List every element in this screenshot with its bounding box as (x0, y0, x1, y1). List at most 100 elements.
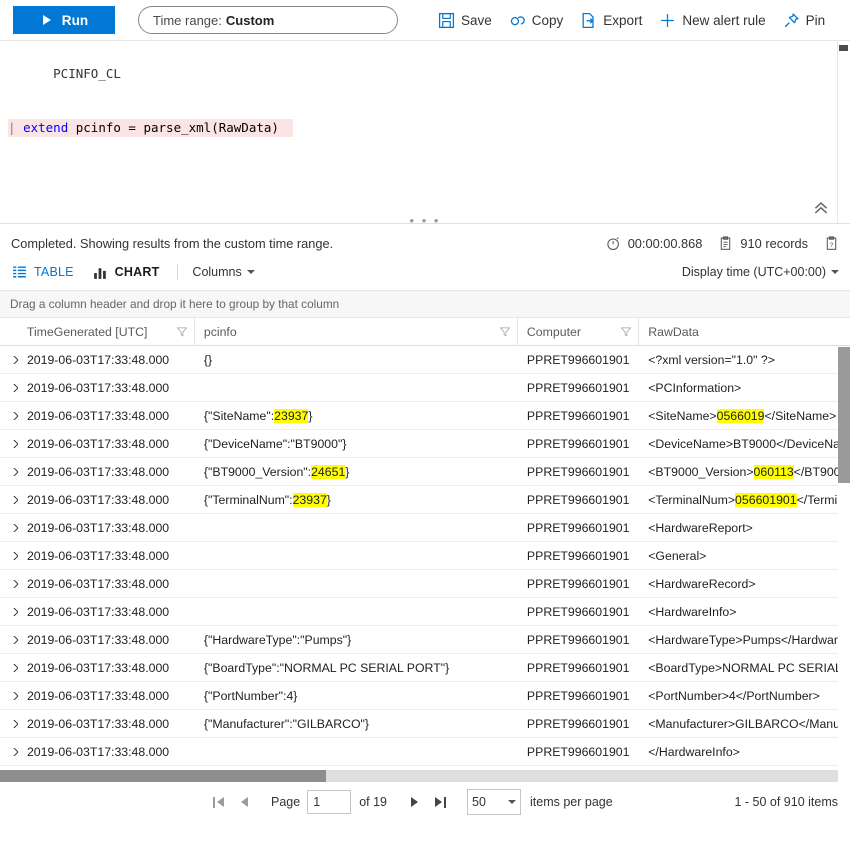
cell-timegenerated: 2019-06-03T17:33:48.000 (18, 493, 195, 507)
rawdata-highlight: 056601901 (735, 493, 797, 507)
next-page-button[interactable] (401, 789, 427, 815)
table-row[interactable]: 2019-06-03T17:33:48.000{"Manufacturer":"… (0, 710, 850, 738)
row-expander-button[interactable] (0, 384, 18, 392)
grid-header-row: TimeGenerated [UTC] pcinfo Computer RawD… (0, 318, 850, 346)
row-expander-button[interactable] (0, 692, 18, 700)
table-row[interactable]: 2019-06-03T17:33:48.000{"BT9000_Version"… (0, 458, 850, 486)
grid-vertical-scrollbar[interactable] (838, 347, 850, 770)
pin-button[interactable]: Pin (783, 12, 826, 29)
editor-resize-handle[interactable]: • • • (0, 218, 850, 224)
table-row[interactable]: 2019-06-03T17:33:48.000{"SiteName":23937… (0, 402, 850, 430)
chevron-right-icon (7, 664, 18, 672)
cell-rawdata: <PortNumber>4</PortNumber> (639, 689, 850, 703)
filter-funnel-icon[interactable] (620, 326, 632, 338)
row-expander-button[interactable] (0, 748, 18, 756)
rawdata-text: </SiteName> (764, 409, 836, 423)
pin-label: Pin (806, 13, 826, 28)
table-row[interactable]: 2019-06-03T17:33:48.000PPRET996601901<Ha… (0, 514, 850, 542)
table-row[interactable]: 2019-06-03T17:33:48.000PPRET996601901<PC… (0, 374, 850, 402)
row-expander-button[interactable] (0, 440, 18, 448)
next-page-icon (411, 797, 418, 807)
column-header-rawdata[interactable]: RawData (639, 318, 850, 345)
row-expander-button[interactable] (0, 412, 18, 420)
grid-horizontal-scrollbar[interactable] (0, 770, 838, 782)
cell-computer: PPRET996601901 (518, 437, 639, 451)
grid-horizontal-scroll-thumb[interactable] (0, 770, 326, 782)
rawdata-text: <HardwareRecord> (648, 577, 755, 591)
results-grid: Drag a column header and drop it here to… (0, 290, 850, 782)
rawdata-text: </Termin (797, 493, 845, 507)
table-row[interactable]: 2019-06-03T17:33:48.000{"BoardType":"NOR… (0, 654, 850, 682)
prev-page-icon (241, 797, 248, 807)
row-expander-button[interactable] (0, 580, 18, 588)
filter-funnel-icon[interactable] (176, 326, 188, 338)
tab-table[interactable]: TABLE (11, 264, 92, 281)
editor-vertical-scrollbar[interactable] (839, 43, 848, 219)
cell-timegenerated: 2019-06-03T17:33:48.000 (18, 465, 195, 479)
editor-scroll-thumb[interactable] (839, 45, 848, 51)
new-alert-rule-button[interactable]: New alert rule (659, 12, 765, 29)
cell-rawdata: <SiteName>0566019</SiteName> (639, 409, 850, 423)
save-button[interactable]: Save (438, 12, 492, 29)
tab-chart[interactable]: CHART (92, 264, 178, 281)
prev-page-button[interactable] (231, 789, 257, 815)
cell-rawdata: <?xml version="1.0" ?> (639, 353, 850, 367)
page-number-input[interactable] (307, 790, 351, 814)
filter-funnel-icon[interactable] (499, 326, 511, 338)
grid-vertical-scroll-thumb[interactable] (838, 347, 850, 483)
page-size-value: 50 (472, 795, 486, 809)
rawdata-text: <BoardType>NORMAL PC SERIAL P (648, 661, 850, 675)
cell-timegenerated: 2019-06-03T17:33:48.000 (18, 409, 195, 423)
page-size-select[interactable]: 50 (467, 789, 521, 815)
time-range-picker[interactable]: Time range: Custom (138, 6, 398, 34)
header-expander-spacer (0, 318, 18, 345)
row-expander-button[interactable] (0, 608, 18, 616)
display-time-label: Display time (UTC+00:00) (682, 265, 826, 279)
row-expander-button[interactable] (0, 468, 18, 476)
row-expander-button[interactable] (0, 356, 18, 364)
row-expander-button[interactable] (0, 664, 18, 672)
row-expander-button[interactable] (0, 496, 18, 504)
last-page-icon (435, 797, 446, 808)
table-row[interactable]: 2019-06-03T17:33:48.000PPRET996601901<Ge… (0, 542, 850, 570)
column-header-pcinfo[interactable]: pcinfo (195, 318, 518, 345)
table-row[interactable]: 2019-06-03T17:33:48.000PPRET996601901<Ha… (0, 598, 850, 626)
cell-rawdata: <Manufacturer>GILBARCO</Manuf (639, 717, 850, 731)
copy-button[interactable]: Copy (509, 12, 564, 29)
export-button[interactable]: Export (580, 12, 642, 29)
floppy-disk-icon (438, 12, 455, 29)
first-page-icon (213, 797, 224, 808)
row-expander-button[interactable] (0, 636, 18, 644)
table-row[interactable]: 2019-06-03T17:33:48.000{"PortNumber":4}P… (0, 682, 850, 710)
query-duration: 00:00:00.868 (606, 236, 703, 251)
row-expander-button[interactable] (0, 720, 18, 728)
group-by-hint: Drag a column header and drop it here to… (10, 297, 339, 311)
first-page-button[interactable] (205, 789, 231, 815)
query-editor[interactable]: PCINFO_CL | extend pcinfo = parse_xml(Ra… (0, 40, 850, 224)
group-by-dropzone[interactable]: Drag a column header and drop it here to… (0, 291, 850, 318)
pushpin-icon (783, 12, 800, 29)
display-time-dropdown[interactable]: Display time (UTC+00:00) (682, 265, 839, 279)
last-page-button[interactable] (427, 789, 453, 815)
column-header-timegenerated[interactable]: TimeGenerated [UTC] (18, 318, 195, 345)
row-expander-button[interactable] (0, 524, 18, 532)
record-count-value: 910 records (740, 236, 808, 251)
cell-timegenerated: 2019-06-03T17:33:48.000 (18, 521, 195, 535)
query-code[interactable]: PCINFO_CL | extend pcinfo = parse_xml(Ra… (0, 41, 850, 173)
clipboard-question-icon[interactable]: ? (824, 236, 839, 251)
table-row[interactable]: 2019-06-03T17:33:48.000{"TerminalNum":23… (0, 486, 850, 514)
rawdata-text: <?xml version="1.0" ?> (648, 353, 775, 367)
table-row[interactable]: 2019-06-03T17:33:48.000PPRET996601901<Ha… (0, 570, 850, 598)
run-button[interactable]: Run (13, 6, 115, 34)
pcinfo-text: {"TerminalNum": (204, 493, 293, 507)
table-row[interactable]: 2019-06-03T17:33:48.000{"HardwareType":"… (0, 626, 850, 654)
table-row[interactable]: 2019-06-03T17:33:48.000{}PPRET996601901<… (0, 346, 850, 374)
double-chevron-up-icon[interactable] (812, 199, 830, 217)
pcinfo-text: } (345, 465, 349, 479)
column-header-computer[interactable]: Computer (518, 318, 639, 345)
table-row[interactable]: 2019-06-03T17:33:48.000{"DeviceName":"BT… (0, 430, 850, 458)
table-row[interactable]: 2019-06-03T17:33:48.000PPRET996601901</H… (0, 738, 850, 766)
tab-chart-label: CHART (115, 265, 160, 279)
columns-dropdown[interactable]: Columns (192, 265, 254, 279)
row-expander-button[interactable] (0, 552, 18, 560)
